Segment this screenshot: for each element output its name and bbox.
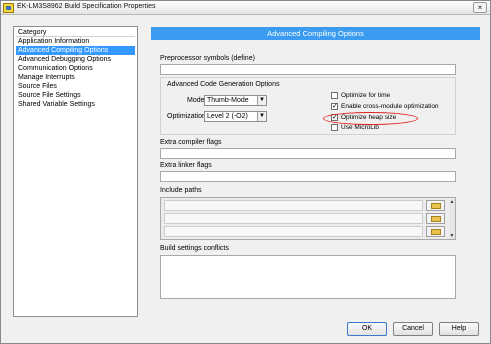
microlib-label: Use MicroLib: [341, 124, 379, 131]
codegen-label: Advanced Code Generation Options: [167, 81, 280, 88]
category-item-manage-interrupts[interactable]: Manage Interrupts: [16, 73, 135, 82]
cancel-button[interactable]: Cancel: [393, 322, 433, 336]
folder-icon: [431, 203, 441, 209]
optimize-time-checkbox[interactable]: [331, 92, 338, 99]
category-item-source-files[interactable]: Source Files: [16, 82, 135, 91]
conflicts-textarea[interactable]: [160, 255, 456, 299]
cross-module-checkbox[interactable]: ✓: [331, 103, 338, 110]
properties-dialog: EK-LM3S8962 Build Specification Properti…: [0, 0, 491, 344]
include-paths-list[interactable]: ▲ ▼: [160, 197, 456, 240]
scroll-down-icon[interactable]: ▼: [449, 233, 455, 239]
include-path-row[interactable]: [164, 213, 423, 224]
mode-value: Thumb-Mode: [207, 97, 249, 104]
category-item-advanced-compiling-options[interactable]: Advanced Compiling Options: [16, 46, 135, 55]
browse-button[interactable]: [426, 213, 445, 224]
folder-icon: [431, 229, 441, 235]
help-button[interactable]: Help: [439, 322, 479, 336]
app-icon: [3, 3, 14, 13]
close-button[interactable]: ×: [473, 2, 487, 13]
extra-linker-label: Extra linker flags: [160, 162, 212, 169]
title-bar[interactable]: EK-LM3S8962 Build Specification Properti…: [1, 1, 490, 15]
chevron-down-icon: ▼: [257, 96, 266, 105]
microlib-checkbox[interactable]: [331, 124, 338, 131]
mode-label: Mode: [187, 97, 205, 104]
category-list[interactable]: Category Application Information Advance…: [13, 26, 138, 317]
annotation-oval: [323, 112, 418, 125]
optimize-time-label: Optimize for time: [341, 92, 391, 99]
folder-icon: [431, 216, 441, 222]
category-item-advanced-debugging-options[interactable]: Advanced Debugging Options: [16, 55, 135, 64]
window-title: EK-LM3S8962 Build Specification Properti…: [17, 3, 156, 10]
include-path-row[interactable]: [164, 226, 423, 237]
panel-title: Advanced Compiling Options: [151, 27, 480, 40]
close-icon: ×: [477, 3, 483, 12]
optimization-label: Optimization: [167, 113, 206, 120]
optimization-value: Level 2 (-O2): [207, 113, 248, 120]
extra-linker-input[interactable]: [160, 171, 456, 182]
extra-compiler-input[interactable]: [160, 148, 456, 159]
category-item-shared-variable-settings[interactable]: Shared Variable Settings: [16, 100, 135, 109]
category-header: Category: [16, 28, 135, 37]
category-item-application-information[interactable]: Application Information: [16, 37, 135, 46]
category-item-source-file-settings[interactable]: Source File Settings: [16, 91, 135, 100]
include-scrollbar[interactable]: ▲ ▼: [449, 199, 455, 239]
ok-button[interactable]: OK: [347, 322, 387, 336]
checkmark-icon: ✓: [332, 103, 338, 110]
optimization-select[interactable]: Level 2 (-O2) ▼: [204, 111, 267, 122]
preprocessor-input[interactable]: [160, 64, 456, 75]
conflicts-label: Build settings conflicts: [160, 245, 229, 252]
chevron-down-icon: ▼: [257, 112, 266, 121]
category-item-communication-options[interactable]: Communication Options: [16, 64, 135, 73]
scroll-up-icon[interactable]: ▲: [449, 199, 455, 205]
include-path-row[interactable]: [164, 200, 423, 211]
extra-compiler-label: Extra compiler flags: [160, 139, 222, 146]
browse-button[interactable]: [426, 226, 445, 237]
browse-button[interactable]: [426, 200, 445, 211]
include-paths-label: Include paths: [160, 187, 202, 194]
preprocessor-label: Preprocessor symbols (define): [160, 55, 255, 62]
cross-module-label: Enable cross-module optimization: [341, 103, 439, 110]
mode-select[interactable]: Thumb-Mode ▼: [204, 95, 267, 106]
